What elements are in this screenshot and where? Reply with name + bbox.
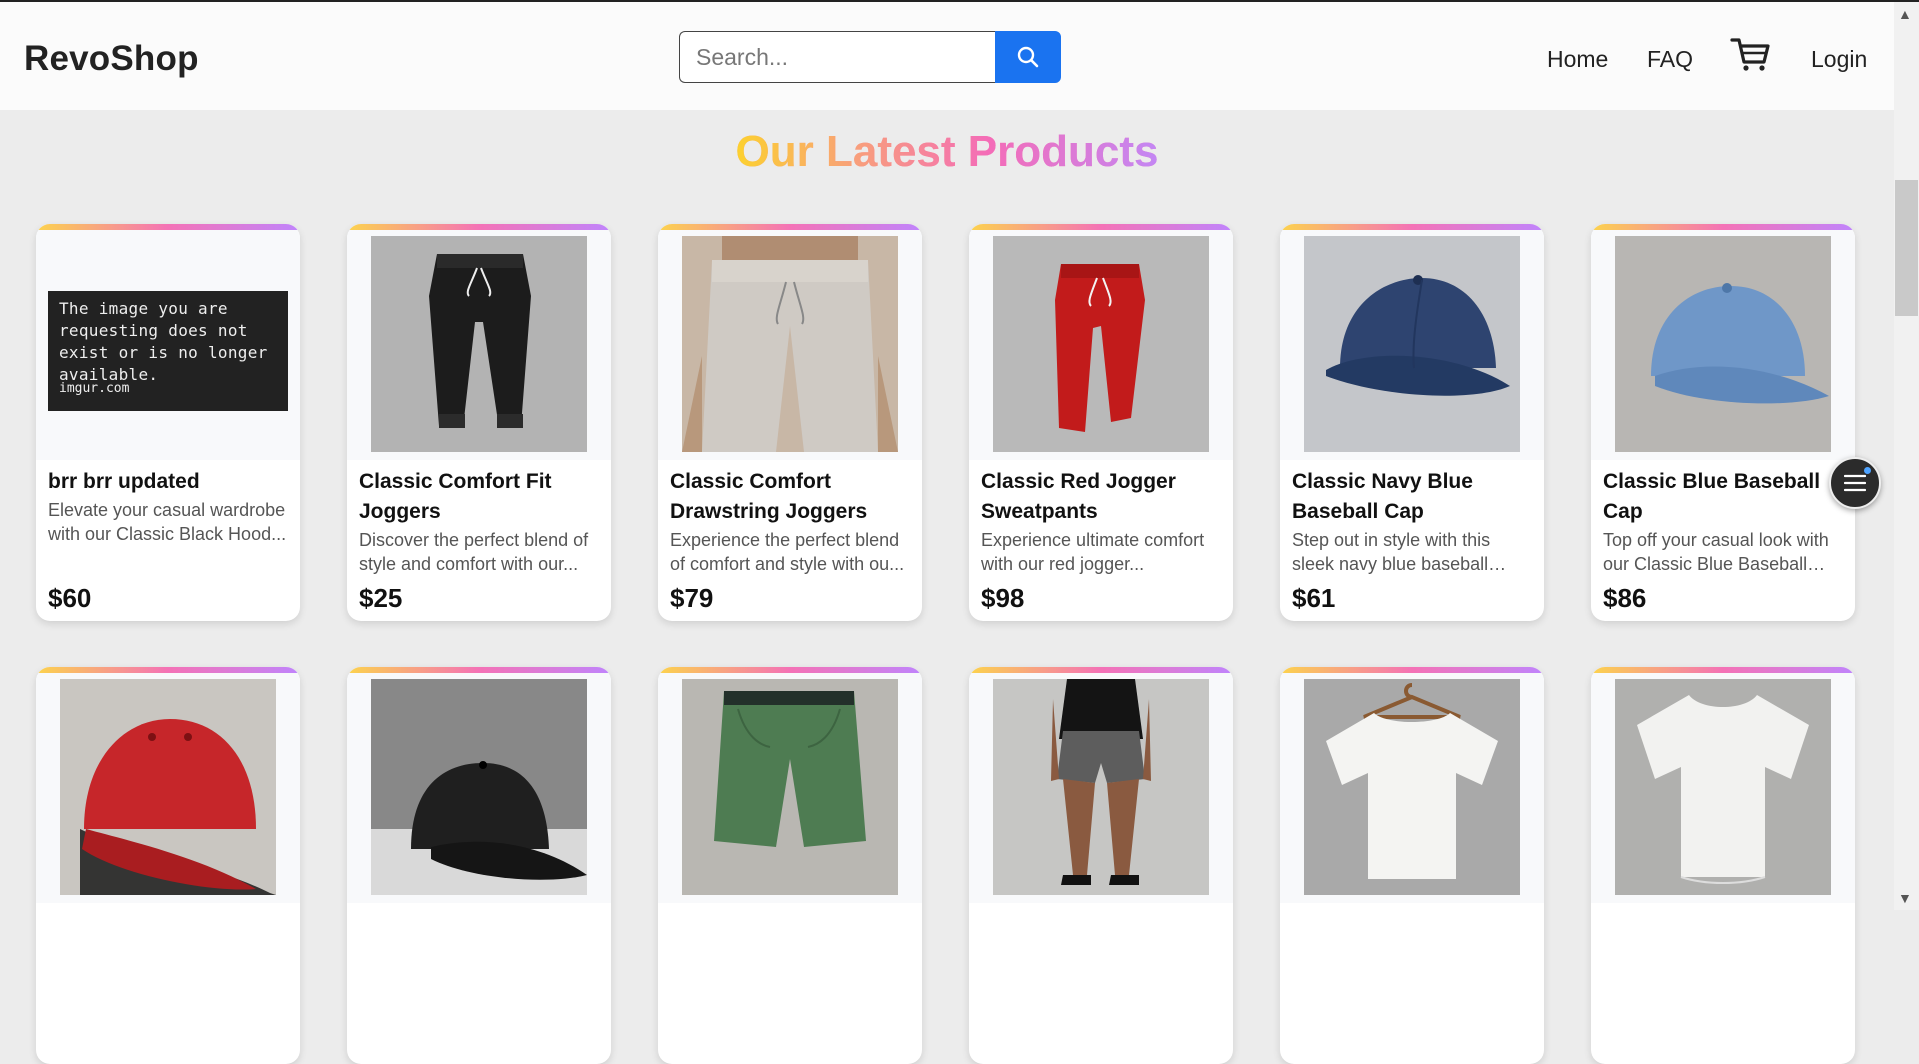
product-image-area [347,673,611,903]
product-description: Experience the perfect blend of comfort … [670,530,905,574]
product-price: $60 [48,583,92,613]
product-card[interactable] [1280,667,1544,1064]
scroll-down-arrow-icon[interactable]: ▼ [1898,890,1912,906]
section-title: Our Latest Products [0,127,1894,177]
product-name[interactable]: Classic Navy Blue Baseball Cap [1292,467,1532,527]
product-name[interactable]: Classic Red Jogger Sweatpants [981,467,1221,527]
scrollbar-thumb[interactable] [1895,180,1918,316]
nav-faq-link[interactable]: FAQ [1647,46,1693,73]
search-bar [679,31,1061,83]
product-image[interactable] [1615,236,1831,452]
product-description: Discover the perfect blend of style and … [359,530,589,574]
product-card[interactable] [969,667,1233,1064]
product-image[interactable] [371,679,587,895]
product-image-area [36,673,300,903]
product-image-area [1591,230,1855,460]
product-description: Experience ultimate comfort with our red… [981,530,1205,574]
floating-menu-button[interactable] [1829,457,1881,509]
broken-image-placeholder: The image you are requesting does not ex… [48,291,288,411]
product-card[interactable] [658,667,922,1064]
product-image[interactable] [993,236,1209,452]
product-image[interactable] [993,679,1209,895]
search-input[interactable] [679,31,995,83]
product-image[interactable] [1304,236,1520,452]
product-price: $98 [981,583,1025,613]
product-image-area [969,230,1233,460]
product-card[interactable] [1591,667,1855,1064]
product-image[interactable] [682,236,898,452]
site-logo[interactable]: RevoShop [24,39,199,79]
product-card[interactable]: Classic Navy Blue Baseball Cap Step out i… [1280,224,1544,621]
product-name[interactable]: Classic Comfort Fit Joggers [359,467,599,527]
product-image-area [1280,673,1544,903]
product-price: $79 [670,583,714,613]
cart-icon[interactable] [1730,36,1772,77]
product-name[interactable]: Classic Blue Baseball Cap [1603,467,1843,527]
menu-icon [1844,474,1866,492]
product-card[interactable]: Classic Blue Baseball Cap Top off your ca… [1591,224,1855,621]
broken-image-message: The image you are requesting does not ex… [59,299,268,384]
product-description: Top off your casual look with our Classi… [1603,530,1829,574]
scroll-up-arrow-icon[interactable]: ▲ [1898,6,1912,22]
product-image[interactable] [1615,679,1831,895]
product-name[interactable]: Classic Comfort Drawstring Joggers [670,467,910,527]
product-description: Elevate your casual wardrobe with our Cl… [48,500,287,544]
product-image-area [658,230,922,460]
product-image-area [658,673,922,903]
product-image-area: The image you are requesting does not ex… [36,230,300,460]
product-card[interactable] [36,667,300,1064]
product-card[interactable] [347,667,611,1064]
product-card[interactable]: The image you are requesting does not ex… [36,224,300,621]
nav-login-link[interactable]: Login [1811,46,1867,73]
product-image[interactable] [60,679,276,895]
product-image-area [969,673,1233,903]
product-price: $86 [1603,583,1647,613]
product-image[interactable] [1304,679,1520,895]
product-image-area [347,230,611,460]
product-price: $25 [359,583,403,613]
product-description: Step out in style with this sleek navy b… [1292,530,1491,574]
product-image[interactable] [682,679,898,895]
product-image[interactable] [371,236,587,452]
product-name[interactable]: brr brr updated [48,467,288,497]
product-image-area [1280,230,1544,460]
product-price: $61 [1292,583,1336,613]
nav-home-link[interactable]: Home [1547,46,1608,73]
product-card[interactable]: Classic Comfort Fit Joggers Discover the … [347,224,611,621]
notification-dot [1864,467,1871,474]
scrollbar-track[interactable] [1894,2,1919,910]
product-card[interactable]: Classic Red Jogger Sweatpants Experience … [969,224,1233,621]
product-image-area [1591,673,1855,903]
search-icon [1017,46,1039,68]
broken-image-site: imgur.com [59,381,130,396]
search-button[interactable] [995,31,1061,83]
product-card[interactable]: Classic Comfort Drawstring Joggers Experi… [658,224,922,621]
site-header: RevoShop Home FAQ Login [0,2,1894,110]
